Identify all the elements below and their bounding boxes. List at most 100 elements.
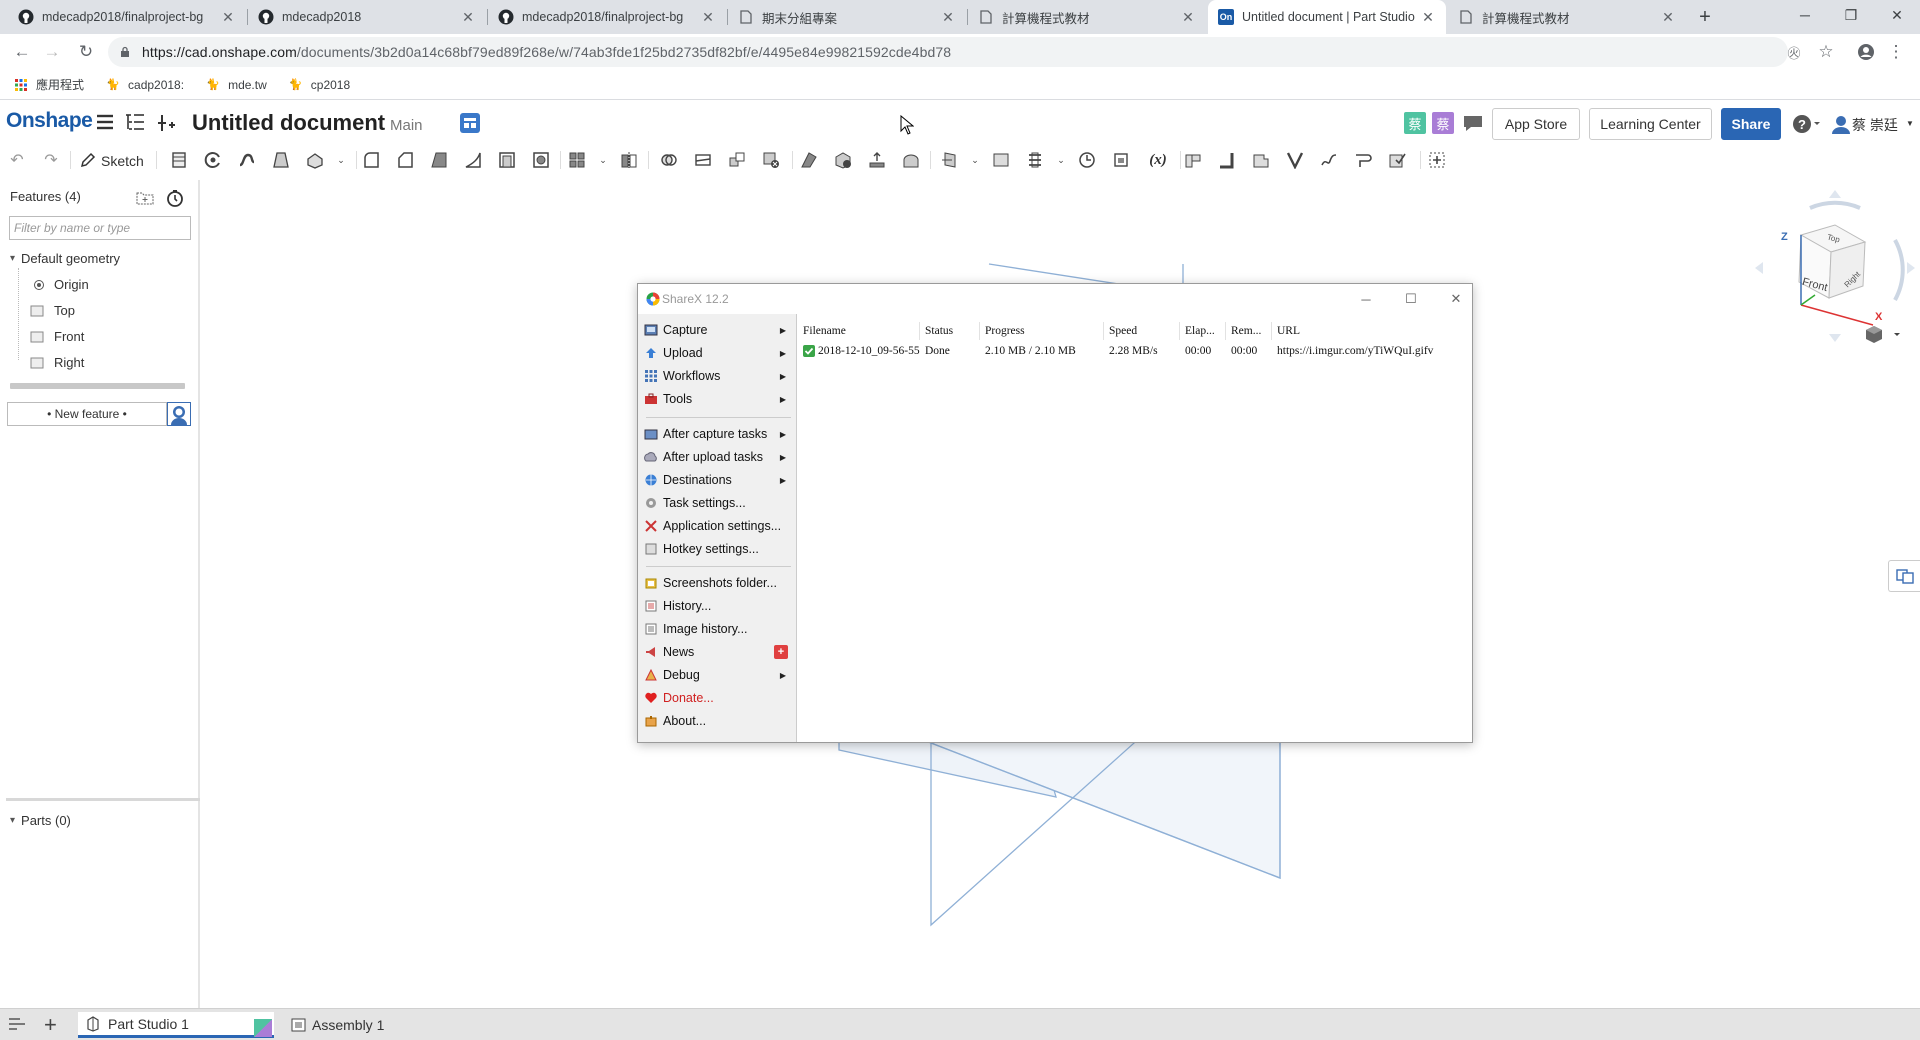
bend-icon[interactable] [1284, 149, 1306, 171]
add-custom-feature-icon[interactable] [1426, 149, 1448, 171]
menu-item-workflows[interactable]: Workflows ▶ [644, 365, 794, 387]
chevron-down-icon[interactable]: ⌄ [1050, 149, 1072, 171]
browser-tab[interactable]: 期末分組專案 ✕ [728, 0, 966, 34]
forward-icon[interactable]: → [40, 40, 64, 64]
column-header-url[interactable]: URL [1272, 322, 1470, 340]
hem-icon[interactable] [1352, 149, 1374, 171]
app-store-button[interactable]: App Store [1492, 108, 1580, 140]
panel-divider[interactable] [6, 798, 200, 801]
extrude-icon[interactable] [168, 149, 190, 171]
menu-item-tools[interactable]: Tools ▶ [644, 388, 794, 410]
configurations-panel-icon[interactable] [1888, 560, 1920, 592]
flange-icon[interactable] [1216, 149, 1238, 171]
minimize-window-icon[interactable]: ─ [1782, 0, 1828, 30]
browser-tab[interactable]: mdecadp2018/finalproject-bg ✕ [8, 0, 246, 34]
profile-icon[interactable] [1854, 40, 1878, 64]
pattern-icon[interactable] [566, 149, 588, 171]
draft-icon[interactable] [428, 149, 450, 171]
close-tab-icon[interactable]: ✕ [1660, 9, 1676, 26]
menu-item-about[interactable]: About... [644, 710, 794, 732]
column-header-speed[interactable]: Speed [1104, 322, 1180, 340]
collaborator-avatar[interactable]: 蔡 [1432, 112, 1454, 134]
close-tab-icon[interactable]: ✕ [940, 9, 956, 26]
row-url-cell[interactable]: https://i.imgur.com/yTiWQuI.gifv [1272, 342, 1470, 360]
move-face-icon[interactable] [866, 149, 888, 171]
close-tab-icon[interactable]: ✕ [1180, 9, 1196, 26]
column-header-remaining[interactable]: Rem... [1226, 322, 1272, 340]
column-header-progress[interactable]: Progress [980, 322, 1104, 340]
redo-icon[interactable]: ↷ [40, 149, 62, 171]
rib-icon[interactable] [462, 149, 484, 171]
thicken-icon[interactable] [304, 149, 326, 171]
add-element-icon[interactable] [156, 113, 176, 133]
menu-item-image-history[interactable]: Image history... [644, 618, 794, 640]
default-geometry-group[interactable]: ▾ Default geometry [10, 251, 120, 266]
table-row[interactable]: 2018-12-10_09-56-55.gif Done 2.10 MB / 2… [798, 342, 1472, 360]
translate-icon[interactable]: ㊋ [1782, 40, 1806, 64]
shell-icon[interactable] [496, 149, 518, 171]
menu-item-upload[interactable]: Upload ▶ [644, 342, 794, 364]
menu-item-destinations[interactable]: Destinations ▶ [644, 469, 794, 491]
menu-item-hotkey-settings[interactable]: Hotkey settings... [644, 538, 794, 560]
replace-face-icon[interactable] [900, 149, 922, 171]
close-tab-icon[interactable]: ✕ [700, 9, 716, 26]
rollback-bar[interactable] [10, 383, 185, 389]
mirror-icon[interactable] [618, 149, 640, 171]
help-icon[interactable]: ? [1792, 114, 1822, 134]
user-marker-icon[interactable] [167, 402, 191, 426]
form-icon[interactable] [1318, 149, 1340, 171]
new-feature-button[interactable]: • New feature • [7, 402, 167, 426]
bookmark-mde[interactable]: 🐈 mde.tw [206, 78, 267, 92]
maximize-icon[interactable]: ☐ [1396, 288, 1426, 310]
bookmark-cadp2018[interactable]: 🐈 cadp2018: [106, 78, 184, 92]
close-tab-icon[interactable]: ✕ [220, 9, 236, 26]
hole-icon[interactable] [530, 149, 552, 171]
menu-item-screenshots-folder[interactable]: Screenshots folder... [644, 572, 794, 594]
mate-connector-icon[interactable] [990, 149, 1012, 171]
user-name[interactable]: 蔡 崇廷 [1852, 115, 1898, 135]
user-avatar-icon[interactable] [1830, 113, 1852, 135]
url-input[interactable]: https://cad.onshape.com/documents/3b2d0a… [108, 37, 1788, 67]
chevron-down-icon[interactable]: ⌄ [964, 149, 986, 171]
view-options-icon[interactable] [1864, 324, 1908, 344]
transform-icon[interactable] [726, 149, 748, 171]
hamburger-menu-icon[interactable] [96, 113, 114, 131]
reload-icon[interactable]: ↻ [74, 40, 98, 64]
minimize-icon[interactable]: ─ [1351, 288, 1381, 310]
menu-item-news[interactable]: News + [644, 641, 794, 663]
menu-item-after-upload[interactable]: After upload tasks ▶ [644, 446, 794, 468]
wrap-icon[interactable] [1110, 149, 1132, 171]
fillet-icon[interactable] [360, 149, 382, 171]
undo-icon[interactable]: ↶ [6, 149, 28, 171]
parts-group[interactable]: ▾ Parts (0) [10, 813, 71, 828]
delete-part-icon[interactable] [760, 149, 782, 171]
column-header-elapsed[interactable]: Elap... [1180, 322, 1226, 340]
browser-tab[interactable]: 計算機程式教材 ✕ [968, 0, 1206, 34]
close-tab-icon[interactable]: ✕ [1420, 9, 1436, 26]
helix-icon[interactable] [1024, 149, 1046, 171]
tab-assembly-1[interactable]: Assembly 1 [284, 1012, 476, 1038]
tab-manager-icon[interactable] [8, 1016, 26, 1032]
browser-menu-icon[interactable]: ⋮ [1884, 40, 1908, 64]
sketch-button[interactable]: Sketch [80, 150, 144, 172]
sheet-metal-icon[interactable] [1182, 149, 1204, 171]
tab-part-studio-1[interactable]: Part Studio 1 [78, 1012, 274, 1038]
back-icon[interactable]: ← [10, 40, 34, 64]
chevron-down-icon[interactable]: ⌄ [592, 149, 614, 171]
column-header-status[interactable]: Status [920, 322, 980, 340]
split-icon[interactable] [692, 149, 714, 171]
restore-window-icon[interactable]: ❐ [1828, 0, 1874, 30]
bookmark-star-icon[interactable]: ☆ [1814, 40, 1838, 64]
rollback-timer-icon[interactable] [166, 189, 184, 207]
menu-item-application-settings[interactable]: Application settings... [644, 515, 794, 537]
onshape-logo[interactable]: Onshape [6, 109, 93, 133]
add-tab-icon[interactable]: + [44, 1012, 57, 1038]
plane-icon[interactable] [938, 149, 960, 171]
chevron-down-icon[interactable]: ▼ [1906, 119, 1914, 128]
add-folder-icon[interactable] [136, 190, 154, 206]
browser-tab-active[interactable]: On Untitled document | Part Studio ✕ [1208, 0, 1446, 34]
feature-filter-input[interactable]: Filter by name or type [9, 216, 191, 240]
browser-tab[interactable]: 計算機程式教材 ✕ [1448, 0, 1686, 34]
column-header-filename[interactable]: Filename [798, 322, 920, 340]
measure-icon[interactable] [1076, 149, 1098, 171]
